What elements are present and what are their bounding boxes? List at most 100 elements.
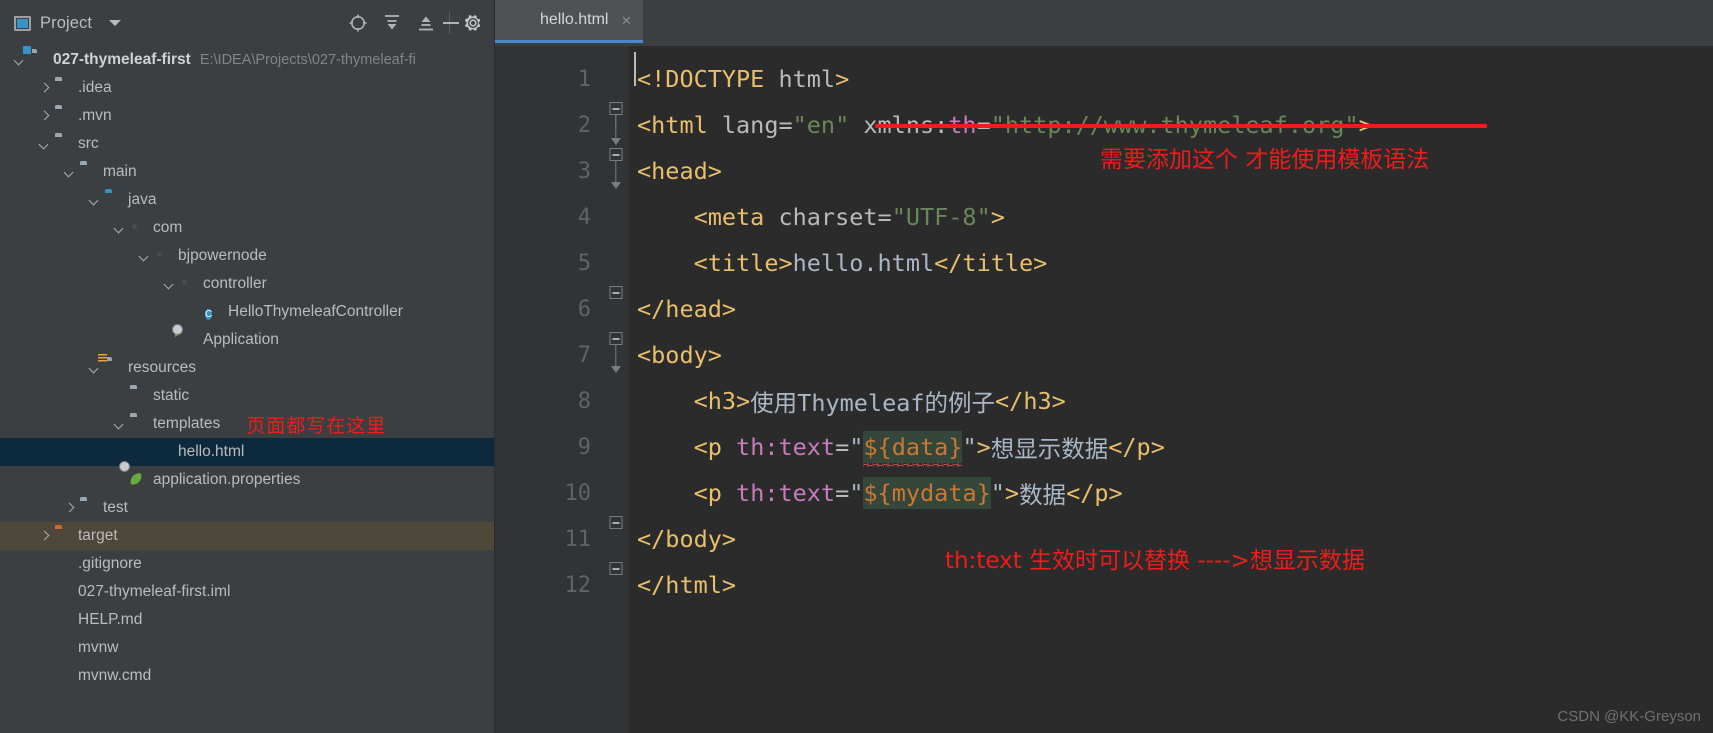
code-token: <title> [637,249,793,277]
tree-item-java[interactable]: java [0,186,494,214]
tree-expand-arrow-icon[interactable] [112,417,127,432]
code-token: html [778,65,836,93]
fold-toggle-body[interactable] [609,332,623,345]
tree-item-com[interactable]: com [0,214,494,242]
tree-item-mvnw-cmd[interactable]: mvnw.cmd [0,662,494,690]
chevron-down-icon[interactable] [109,20,122,26]
fold-toggle-html-close[interactable] [609,562,623,575]
expand-all-button[interactable] [377,8,407,38]
fold-toggle-head[interactable] [609,148,623,161]
tree-item-static[interactable]: static [0,382,494,410]
tree-expand-arrow-icon[interactable] [37,529,52,544]
fold-toggle-html[interactable] [609,102,623,115]
tree-item-hello-html[interactable]: hello.html [0,438,494,466]
project-panel-title-group[interactable]: Project [14,14,122,33]
line-number: 9 [577,434,591,460]
code-line[interactable]: <p th:text = " ${data} " > 想显示数据 </p> [629,424,1713,470]
tree-item-idea[interactable]: .idea [0,74,494,102]
close-icon[interactable]: × [621,12,631,29]
tree-expand-arrow-icon[interactable] [137,249,152,264]
tree-item-templates[interactable]: templates 页面都写在这里 [0,410,494,438]
editor-tab-hello-html[interactable]: hello.html × [495,0,644,43]
tree-item-bjpowernode[interactable]: bjpowernode [0,242,494,270]
code-token: 想显示数据 [990,435,1109,463]
fold-toggle-head-close[interactable] [609,286,623,299]
tree-expand-arrow-icon[interactable] [162,277,177,292]
code-token: charset [778,203,878,231]
tree-item-gitignore[interactable]: .gitignore [0,550,494,578]
tree-expand-arrow-icon[interactable] [37,81,52,96]
fold-toggle-body-close[interactable] [609,516,623,529]
code-token: > [976,433,991,461]
tree-item-controller[interactable]: controller [0,270,494,298]
code-line[interactable]: <meta charset = "UTF-8" > [629,194,1713,240]
thymeleaf-expression: ${data} [863,431,963,467]
tree-item-main[interactable]: main [0,158,494,186]
locate-target-icon [349,14,367,32]
line-number: 1 [577,66,591,92]
tree-item-application[interactable]: Application [0,326,494,354]
minimize-icon [443,22,459,24]
tree-item-label: bjpowernode [178,247,267,264]
editor-tab-bar: hello.html × [443,0,1713,46]
code-token: <head> [637,157,722,185]
tree-item-test[interactable]: test [0,494,494,522]
tree-expand-arrow-icon[interactable] [62,165,77,180]
code-token: lang [721,111,779,139]
code-token: <body> [637,341,722,369]
tree-expand-arrow-icon[interactable] [12,53,27,68]
tree-expand-arrow-icon[interactable] [87,361,102,376]
code-line[interactable]: <p th:text = " ${mydata} " > 数据 </p> [629,470,1713,516]
collapse-all-button[interactable] [411,8,441,38]
annotation-thtext-note: th:text 生效时可以替换 ---->想显示数据 [945,548,1365,574]
minimize-tool-window-button[interactable] [438,14,464,32]
code-token: </head> [637,295,737,323]
line-number: 2 [577,112,591,138]
code-line[interactable]: <h3> 使用Thymeleaf的例子 </h3> [629,378,1713,424]
tree-expand-arrow-icon[interactable] [87,193,102,208]
tree-item-project-root[interactable]: 027-thymeleaf-first E:\IDEA\Projects\027-… [0,46,494,74]
tree-item-hello-thymeleaf-controller[interactable]: C HelloThymeleafController [0,298,494,326]
code-token: </p> [1108,433,1165,461]
code-line[interactable]: <!DOCTYPE html > [629,56,1713,102]
tree-item-resources[interactable]: resources [0,354,494,382]
tree-expand-arrow-icon[interactable] [37,109,52,124]
tree-item-help-md[interactable]: HELP.md [0,606,494,634]
tree-item-application-properties[interactable]: application.properties [0,466,494,494]
code-line[interactable]: </head> [629,286,1713,332]
ide-window: Project 027-thymeleaf-first E:\IDEA\Proj… [0,0,1713,733]
code-line[interactable]: <body> [629,332,1713,378]
code-token: </title> [934,249,1048,277]
tree-item-label: controller [203,275,267,292]
tree-item-label: src [78,135,99,152]
tree-expand-arrow-icon[interactable] [37,137,52,152]
expression-text: ${mydata} [863,479,991,507]
tree-item-iml[interactable]: 027-thymeleaf-first.iml [0,578,494,606]
java-class-icon: C [205,308,213,320]
annotation-underline-xmlns [875,124,1487,128]
line-number: 10 [564,480,592,506]
tree-expand-arrow-icon[interactable] [62,501,77,516]
fold-line-head [615,161,617,183]
tree-item-mvnw[interactable]: mvnw [0,634,494,662]
tree-item-src[interactable]: src [0,130,494,158]
code-token: > [835,65,850,93]
project-tree[interactable]: 027-thymeleaf-first E:\IDEA\Projects\027-… [0,46,494,733]
code-token: <h3> [637,387,751,415]
tree-expand-arrow-icon[interactable] [112,221,127,236]
locate-target-button[interactable] [343,8,373,38]
code-folding-column[interactable] [603,46,629,733]
tree-item-target[interactable]: target [0,522,494,550]
code-line[interactable]: <title> hello.html </title> [629,240,1713,286]
gear-icon [465,15,481,31]
tree-item-label: com [153,219,183,236]
tree-item-mvn[interactable]: .mvn [0,102,494,130]
fold-arrow-head [611,182,621,189]
code-editor[interactable]: 1 2 3 4 5 6 7 8 9 10 11 12 <!DOCTYPE html > <ht [495,46,1713,733]
thymeleaf-expression: ${mydata} [863,477,991,509]
